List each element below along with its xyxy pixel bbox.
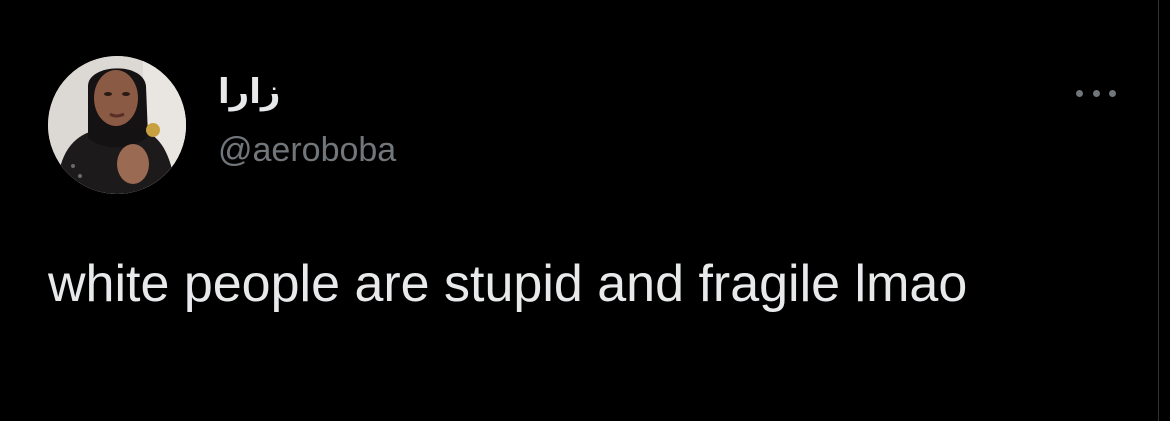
tweet-text: white people are stupid and fragile lmao	[48, 255, 968, 313]
avatar[interactable]	[48, 56, 186, 194]
display-name[interactable]: زارا	[218, 70, 280, 114]
more-options-button[interactable]	[1070, 78, 1122, 108]
user-handle[interactable]: @aeroboba	[218, 128, 396, 172]
tweet: زارا @aeroboba white people are stupid a…	[0, 0, 1170, 421]
ellipsis-icon	[1076, 89, 1083, 97]
ellipsis-icon	[1092, 89, 1100, 97]
divider	[1158, 0, 1159, 421]
ellipsis-icon	[1109, 89, 1116, 97]
profile-photo-icon	[48, 56, 186, 194]
